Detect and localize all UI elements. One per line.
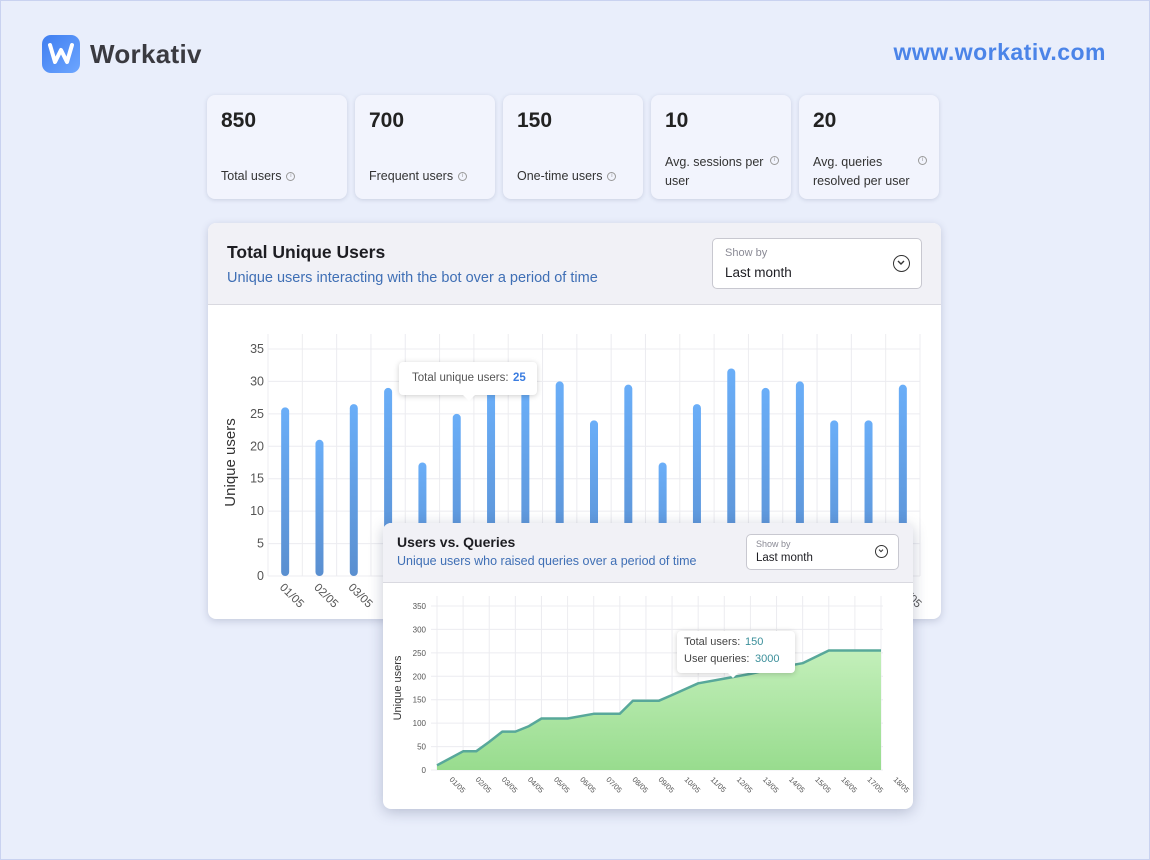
y-tick-label: 350 (413, 602, 427, 611)
x-tick-label: 18/05 (892, 775, 912, 795)
x-tick-label: 11/05 (709, 775, 728, 794)
x-tick-label: 12/05 (735, 775, 755, 795)
x-tick-label: 01/05 (448, 775, 468, 795)
info-icon[interactable]: i (918, 156, 927, 165)
x-tick-label: 05/05 (552, 775, 572, 795)
show-by-caption: Show by (725, 247, 768, 259)
kpi-label-text: Total users (221, 169, 282, 183)
x-tick-label: 07/05 (604, 775, 624, 795)
x-tick-label: 13/05 (761, 775, 781, 795)
y-axis-label: Unique users (222, 418, 239, 506)
kpi-label: One-time users i (517, 167, 629, 186)
kpi-avg-sessions: 10 Avg. sessions per user i (651, 95, 791, 199)
x-tick-label: 03/05 (500, 775, 520, 795)
x-tick-label: 10/05 (683, 775, 703, 795)
x-tick-label: 02/05 (474, 775, 494, 795)
brand[interactable]: Workativ (42, 35, 202, 73)
bar (349, 404, 358, 576)
kpi-value: 10 (665, 109, 689, 132)
y-tick-label: 50 (417, 743, 426, 752)
chevron-down-icon (875, 545, 888, 558)
users-vs-queries-card: Users vs. Queries Unique users who raise… (383, 523, 913, 809)
kpi-frequent-users: 700 Frequent users i (355, 95, 495, 199)
info-icon[interactable]: i (770, 156, 779, 165)
brand-name: Workativ (90, 38, 202, 69)
x-tick-label: 08/05 (630, 775, 650, 795)
x-tick-label: 14/05 (787, 775, 807, 795)
y-tick-label: 20 (250, 439, 264, 453)
card-header: Total Unique Users Unique users interact… (208, 223, 941, 305)
y-tick-label: 150 (413, 696, 427, 705)
kpi-avg-queries: 20 Avg. queries resolved per user i (799, 95, 939, 199)
show-by-value: Last month (725, 265, 792, 280)
y-tick-label: 200 (413, 672, 427, 681)
card-header: Users vs. Queries Unique users who raise… (383, 523, 913, 583)
area-fill (437, 650, 881, 770)
bar-tooltip: Total unique users: 25 (399, 362, 537, 401)
x-tick-label: 02/05 (311, 582, 340, 611)
y-tick-label: 15 (250, 472, 264, 486)
tooltip-users-label: Total users: (684, 636, 741, 648)
bar (315, 439, 324, 576)
kpi-value: 20 (813, 109, 837, 132)
kpi-value: 850 (221, 109, 257, 132)
kpi-one-time-users: 150 One-time users i (503, 95, 643, 199)
kpi-value: 700 (369, 109, 405, 132)
card-subtitle: Unique users who raised queries over a p… (397, 554, 697, 568)
y-tick-label: 35 (250, 342, 264, 356)
tooltip-pointer (727, 672, 739, 678)
kpi-row: 850 Total users i 700 Frequent users i 150… (207, 95, 939, 199)
x-tick-label: 17/05 (865, 775, 885, 795)
y-tick-label: 300 (413, 625, 427, 634)
kpi-value: 150 (517, 109, 553, 132)
y-tick-label: 100 (413, 719, 427, 728)
x-tick-label: 15/05 (813, 775, 833, 795)
tooltip-queries-label: User queries: (684, 653, 750, 665)
y-tick-label: 250 (413, 649, 427, 658)
kpi-label: Frequent users i (369, 167, 481, 186)
site-url-link[interactable]: www.workativ.com (894, 39, 1107, 66)
workativ-logo-icon (42, 35, 80, 73)
x-tick-label: 16/05 (839, 775, 859, 795)
x-tick-label: 06/05 (578, 775, 598, 795)
x-tick-label: 04/05 (526, 775, 546, 795)
y-tick-label: 0 (257, 569, 264, 583)
kpi-label-text: Frequent users (369, 169, 454, 183)
y-tick-label: 0 (422, 766, 427, 775)
info-icon[interactable]: i (607, 172, 617, 182)
y-tick-label: 5 (257, 537, 264, 551)
show-by-select[interactable]: Show by Last month (712, 238, 922, 289)
x-tick-label: 09/05 (657, 775, 677, 795)
tooltip-queries-value: 3000 (755, 653, 780, 665)
card-title: Total Unique Users (227, 242, 386, 262)
kpi-label: Total users i (221, 167, 333, 186)
kpi-total-users: 850 Total users i (207, 95, 347, 199)
card-title: Users vs. Queries (397, 534, 516, 550)
y-tick-label: 10 (250, 504, 264, 518)
area-tooltip: Total users: 150 User queries: 3000 (677, 631, 795, 678)
info-icon[interactable]: i (458, 172, 468, 182)
tooltip-pointer (462, 394, 476, 401)
kpi-label: Avg. queries resolved per user (813, 155, 910, 188)
show-by-value: Last month (756, 552, 813, 564)
y-axis-label: Unique users (392, 655, 404, 720)
show-by-select[interactable]: Show by Last month (746, 534, 899, 570)
users-vs-queries-area-chart: 0 50 100 150 200 250 300 350 01/05 02/05 03/05 04/0… (392, 596, 912, 795)
card-subtitle: Unique users interacting with the bot ov… (227, 270, 598, 286)
x-tick-label: 01/05 (277, 582, 306, 611)
info-icon[interactable]: i (286, 172, 296, 182)
y-tick-label: 25 (250, 407, 264, 421)
chevron-down-icon (893, 255, 910, 272)
y-tick-label: 30 (250, 374, 264, 388)
tooltip-value: 25 (513, 372, 526, 384)
show-by-caption: Show by (756, 539, 791, 549)
tooltip-label: Total unique users: (412, 372, 509, 384)
kpi-label-text: One-time users (517, 169, 603, 183)
kpi-label: Avg. sessions per user (665, 155, 764, 188)
bar (281, 407, 290, 576)
tooltip-users-value: 150 (745, 636, 764, 648)
x-tick-label: 03/05 (346, 582, 375, 611)
